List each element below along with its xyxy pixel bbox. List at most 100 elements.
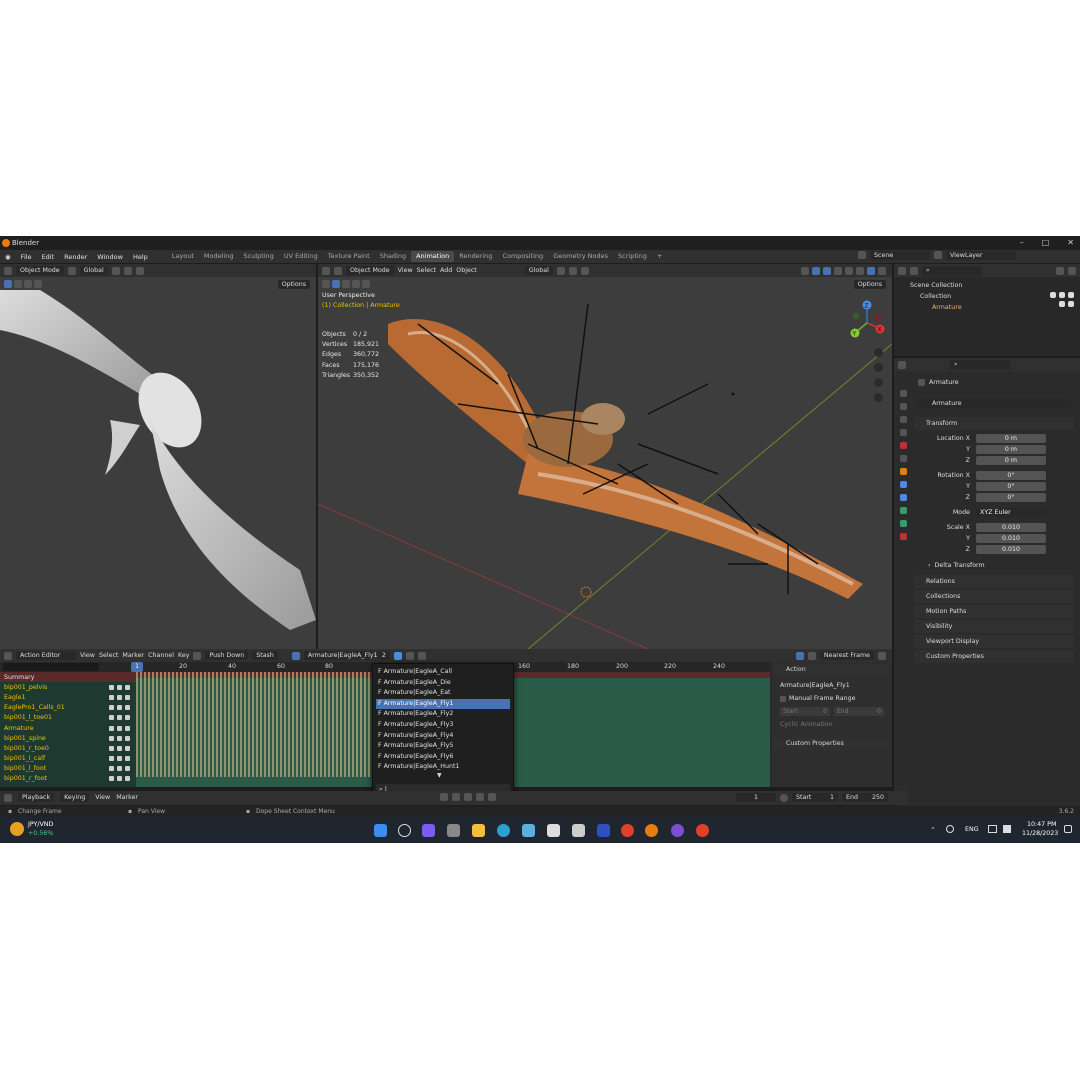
tab-compositing[interactable]: Compositing — [497, 251, 548, 262]
channel-row[interactable]: bip001_l_toe01 — [0, 713, 136, 723]
action-option[interactable]: F Armature|EagleA_Die — [373, 678, 513, 689]
outliner-type-icon[interactable] — [898, 266, 906, 275]
rotation-x-field[interactable]: 0° — [976, 471, 1046, 480]
snap-mode-dropdown[interactable]: Nearest Frame — [819, 651, 874, 660]
outliner-display-icon[interactable] — [910, 266, 918, 275]
checkbox-icon[interactable] — [117, 715, 122, 721]
tab-modeling[interactable]: Modeling — [199, 251, 239, 262]
checkbox-icon[interactable] — [780, 695, 786, 702]
action-name-field[interactable]: Armature|EagleA_Fly1 — [303, 651, 378, 660]
select-mode-2-icon[interactable] — [24, 280, 32, 288]
channel-row[interactable]: EaglePro1_Calls_01 — [0, 703, 136, 713]
properties-search-input[interactable]: ⌕ — [950, 359, 1010, 370]
lock-icon[interactable] — [125, 756, 130, 762]
action-option[interactable]: F Armature|EagleA_Fly4 — [373, 731, 513, 742]
wrench-icon[interactable] — [109, 694, 114, 700]
clock-date[interactable]: 11/28/2023 — [1022, 830, 1058, 837]
object-tab-icon[interactable] — [899, 468, 907, 475]
scene-icon[interactable] — [858, 251, 866, 259]
chrome-profile-icon[interactable] — [696, 824, 709, 837]
editor-type-icon[interactable] — [4, 266, 12, 275]
checkbox-icon[interactable] — [117, 694, 122, 700]
edge-icon[interactable] — [497, 824, 510, 837]
armature-camera-icon[interactable] — [1068, 301, 1074, 307]
left-mode-dropdown[interactable]: Object Mode — [16, 266, 64, 275]
lock-icon[interactable] — [125, 705, 130, 711]
rotation-z-field[interactable]: 0° — [976, 493, 1046, 502]
wrench-icon[interactable] — [109, 776, 114, 782]
jump-start-icon[interactable] — [440, 793, 448, 801]
location-z-field[interactable]: 0 m — [976, 456, 1046, 465]
keyframe-diamonds[interactable] — [136, 672, 374, 777]
tray-volume-icon[interactable] — [1003, 825, 1011, 833]
channel-row[interactable]: bip001_r_toe0 — [0, 743, 136, 753]
checkbox-icon[interactable] — [117, 705, 122, 711]
add-workspace-icon[interactable]: + — [652, 251, 667, 262]
menu-file[interactable]: File — [16, 253, 37, 261]
checkbox-icon[interactable] — [117, 684, 122, 690]
prev-key-icon[interactable] — [452, 793, 460, 801]
snap-icon[interactable] — [123, 266, 132, 275]
select-mode-3-icon[interactable] — [34, 280, 42, 288]
scene-selector[interactable]: Scene — [870, 251, 930, 260]
data-tab-icon[interactable] — [899, 520, 907, 527]
lock-icon[interactable] — [125, 694, 130, 700]
action-browse-icon[interactable] — [291, 651, 300, 660]
tab-texture-paint[interactable]: Texture Paint — [323, 251, 375, 262]
action-panel-header[interactable]: Action — [774, 664, 888, 676]
lock-icon[interactable] — [125, 715, 130, 721]
view-layer-tab-icon[interactable] — [899, 429, 907, 436]
minimize-icon[interactable]: – — [1020, 238, 1024, 247]
tool-tab-icon[interactable] — [899, 390, 907, 397]
view-layer-selector[interactable]: ViewLayer — [946, 251, 1016, 260]
wrench-icon[interactable] — [109, 735, 114, 741]
motion-paths-panel-header[interactable]: Motion Paths — [914, 605, 1074, 618]
collection-checkbox-icon[interactable] — [1050, 292, 1056, 298]
word-icon[interactable] — [597, 824, 610, 837]
action-option[interactable]: F Armature|EagleA_Hunt1 — [373, 762, 513, 773]
pan-hand-icon[interactable] — [874, 363, 883, 372]
search-icon[interactable] — [398, 824, 411, 837]
menu-render[interactable]: Render — [59, 253, 92, 261]
action-editor-mode-dropdown[interactable]: Action Editor — [16, 651, 76, 660]
object-data-field[interactable]: Armature — [916, 399, 1071, 408]
proportional-edit-icon[interactable] — [878, 651, 886, 660]
timeline-view-menu[interactable]: View — [95, 794, 110, 801]
scale-x-field[interactable]: 0.010 — [976, 523, 1046, 532]
left-viewport[interactable]: Object Mode Global Options — [0, 264, 316, 649]
action-option[interactable]: F Armature|EagleA_Fly6 — [373, 752, 513, 763]
tab-shading[interactable]: Shading — [375, 251, 411, 262]
widget-weather-icon[interactable] — [10, 822, 24, 836]
menu-edit[interactable]: Edit — [37, 253, 60, 261]
action-option[interactable]: F Armature|EagleA_Fly3 — [373, 720, 513, 731]
rotation-y-field[interactable]: 0° — [976, 482, 1046, 491]
task-view-icon[interactable] — [447, 824, 460, 837]
next-key-icon[interactable] — [488, 793, 496, 801]
tray-chevron-icon[interactable]: ⌃ — [930, 826, 936, 834]
channel-row[interactable]: bip001_l_foot — [0, 764, 136, 774]
calendar-icon[interactable] — [547, 824, 560, 837]
wrench-icon[interactable] — [109, 756, 114, 762]
wrench-icon[interactable] — [109, 715, 114, 721]
channel-row[interactable]: Eagle1 — [0, 692, 136, 702]
wrench-icon[interactable] — [109, 684, 114, 690]
ae-menu-key[interactable]: Key — [178, 652, 189, 659]
action-option[interactable]: F Armature|EagleA_Fly5 — [373, 741, 513, 752]
tab-layout[interactable]: Layout — [167, 251, 199, 262]
action-option[interactable]: F Armature|EagleA_Call — [373, 667, 513, 678]
navigation-gizmo[interactable]: X Z Y — [844, 298, 890, 344]
stopwatch-icon[interactable] — [780, 793, 788, 802]
blender-menu-icon[interactable]: ◉ — [0, 253, 16, 261]
outliner-scene-collection[interactable]: Scene Collection — [906, 280, 1080, 291]
tab-sculpting[interactable]: Sculpting — [238, 251, 278, 262]
timeline-marker-menu[interactable]: Marker — [116, 794, 138, 801]
apps-icon[interactable] — [572, 824, 585, 837]
current-frame-marker[interactable]: 1 — [131, 662, 143, 672]
collection-camera-icon[interactable] — [1068, 292, 1074, 298]
location-x-field[interactable]: 0 m — [976, 434, 1046, 443]
transform-panel-header[interactable]: Transform — [914, 417, 1074, 430]
lock-icon[interactable] — [125, 735, 130, 741]
modifier-tab-icon[interactable] — [899, 481, 907, 488]
main-viewport[interactable]: Object Mode View Select Add Object Globa… — [318, 264, 892, 649]
tab-geometry-nodes[interactable]: Geometry Nodes — [548, 251, 613, 262]
